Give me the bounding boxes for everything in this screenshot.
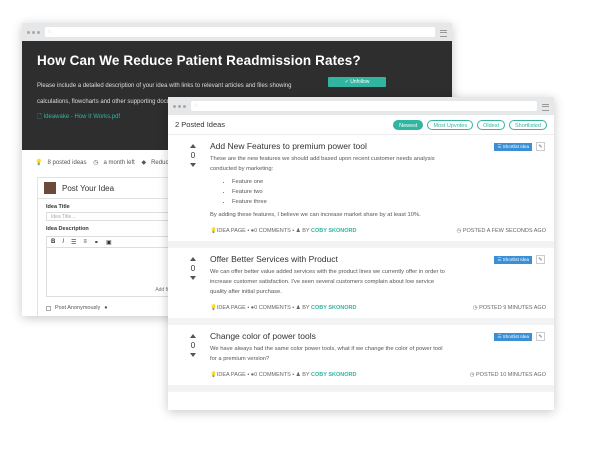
shortlist-label: Shortlist Idea: [502, 257, 529, 262]
user-icon: ♟: [295, 372, 301, 378]
vote-count: 0: [190, 341, 196, 350]
vote-count: 0: [190, 151, 196, 160]
idea-title-input[interactable]: Idea Title...: [46, 212, 188, 221]
clock-icon: ◷: [456, 228, 462, 234]
idea-description: We have always had the same color power …: [210, 346, 443, 362]
list-item: 0 Change color of power tools We have al…: [168, 325, 554, 392]
link-icon[interactable]: ⚭: [94, 239, 99, 246]
idea-description-cont: By adding these features, I believe we c…: [210, 212, 421, 218]
user-icon: ♟: [295, 228, 301, 234]
idea-page-link[interactable]: IDEA PAGE: [217, 305, 246, 311]
window-controls[interactable]: [173, 104, 186, 108]
tag-icon: ◆: [141, 160, 147, 166]
idea-count: 2 Posted Ideas: [175, 120, 226, 129]
user-icon: ♟: [295, 305, 301, 311]
idea-list-header: 2 Posted Ideas Newest Most Upvotes Oldes…: [168, 115, 554, 135]
list-item: 0 Add New Features to premium power tool…: [168, 135, 554, 248]
challenge-title: How Can We Reduce Patient Readmission Ra…: [37, 53, 361, 68]
unfollow-button[interactable]: ✓ Unfollow: [328, 77, 386, 87]
feature-list: Feature one Feature two Feature three: [232, 177, 546, 207]
author-link[interactable]: COBY SKONORD: [311, 372, 356, 378]
upvote-icon[interactable]: [190, 257, 196, 261]
comments-link[interactable]: 0 COMMENTS: [254, 305, 291, 311]
comments-link[interactable]: 0 COMMENTS: [254, 372, 291, 378]
bold-icon[interactable]: B: [51, 239, 55, 245]
list-item: 0 Offer Better Services with Product We …: [168, 248, 554, 325]
clock-icon: ◷: [469, 372, 475, 378]
vote-count: 0: [190, 264, 196, 273]
idea-footer: 💡IDEA PAGE • ●0 COMMENTS • ♟ BY COBY SKO…: [210, 372, 546, 378]
upvote-icon[interactable]: [190, 144, 196, 148]
clock-icon: ◷: [472, 305, 478, 311]
feature-item: Feature one: [232, 177, 546, 187]
author-link[interactable]: COBY SKONORD: [311, 305, 356, 311]
idea-page-link[interactable]: IDEA PAGE: [217, 372, 246, 378]
downvote-icon[interactable]: [190, 163, 196, 167]
comments-link[interactable]: 0 COMMENTS: [254, 228, 291, 234]
posted-time: POSTED 9 MINUTES AGO: [479, 305, 546, 311]
vote-control: 0: [180, 254, 206, 311]
idea-page-link[interactable]: IDEA PAGE: [217, 228, 246, 234]
idea-footer: 💡IDEA PAGE • ●0 COMMENTS • ♟ BY COBY SKO…: [210, 305, 546, 311]
upvote-icon[interactable]: [190, 334, 196, 338]
filter-shortlisted[interactable]: Shortlisted: [509, 119, 547, 130]
help-icon: ●: [104, 305, 108, 311]
edit-icon[interactable]: ✎: [536, 142, 545, 151]
anonymous-checkbox[interactable]: [46, 305, 51, 311]
lightbulb-icon: 💡: [210, 228, 217, 234]
idea-list: 2 Posted Ideas Newest Most Upvotes Oldes…: [168, 115, 554, 392]
edit-icon[interactable]: ✎: [536, 255, 545, 264]
browser-menu-icon[interactable]: [542, 103, 549, 111]
idea-body: Add New Features to premium power tool T…: [206, 141, 546, 234]
posted-ideas-count: 8 posted ideas: [47, 160, 87, 166]
clock-icon: ◷: [93, 160, 99, 166]
shortlist-label: Shortlist Idea: [502, 144, 529, 149]
lightbulb-icon: 💡: [35, 160, 43, 166]
filter-newest[interactable]: Newest: [393, 119, 424, 130]
shortlist-button[interactable]: ☰ Shortlist Idea: [494, 143, 532, 151]
filter-most-upvotes[interactable]: Most Upvotes: [427, 119, 474, 130]
downvote-icon[interactable]: [190, 353, 196, 357]
address-bar[interactable]: ◌: [45, 27, 435, 37]
post-idea-title: Post Your Idea: [62, 183, 115, 193]
lightbulb-icon: 💡: [210, 305, 217, 311]
feature-item: Feature two: [232, 187, 546, 197]
browser-toolbar: ◌: [22, 23, 452, 41]
idea-description-editor[interactable]: Add files or im: [46, 247, 188, 297]
vote-control: 0: [180, 331, 206, 378]
downvote-icon[interactable]: [190, 276, 196, 280]
italic-icon[interactable]: I: [62, 239, 64, 245]
anonymous-label: Post Anonymously: [55, 305, 101, 311]
front-browser-window: ◌ 2 Posted Ideas Newest Most Upvotes Old…: [168, 97, 554, 410]
window-controls[interactable]: [27, 30, 40, 34]
shortlist-button[interactable]: ☰ Shortlist Idea: [494, 333, 532, 341]
browser-menu-icon[interactable]: [440, 29, 447, 37]
browser-toolbar: ◌: [168, 97, 554, 115]
vote-control: 0: [180, 141, 206, 234]
feature-item: Feature three: [232, 197, 546, 207]
shortlist-button[interactable]: ☰ Shortlist Idea: [494, 256, 532, 264]
idea-description: We can offer better value added services…: [210, 269, 445, 295]
filter-oldest[interactable]: Oldest: [477, 119, 505, 130]
editor-toolbar: B I ☰ ≡ ⚭ ▣: [46, 236, 188, 247]
address-bar[interactable]: ◌: [191, 101, 537, 111]
idea-description: These are the new features we should add…: [210, 156, 435, 172]
idea-footer: 💡IDEA PAGE • ●0 COMMENTS • ♟ BY COBY SKO…: [210, 228, 546, 234]
posted-time: POSTED 10 MINUTES AGO: [476, 372, 546, 378]
lightbulb-icon: 💡: [210, 372, 217, 378]
numbered-list-icon[interactable]: ≡: [83, 239, 87, 245]
avatar: [44, 182, 56, 194]
posted-time: POSTED A FEW SECONDS AGO: [462, 228, 546, 234]
time-left: a month left: [103, 160, 135, 166]
image-icon[interactable]: ▣: [106, 239, 112, 246]
shortlist-label: Shortlist Idea: [502, 334, 529, 339]
attachment-name: Ideawake - How It Works.pdf: [43, 114, 121, 120]
author-link[interactable]: COBY SKONORD: [311, 228, 356, 234]
bullet-list-icon[interactable]: ☰: [71, 239, 76, 246]
edit-icon[interactable]: ✎: [536, 332, 545, 341]
